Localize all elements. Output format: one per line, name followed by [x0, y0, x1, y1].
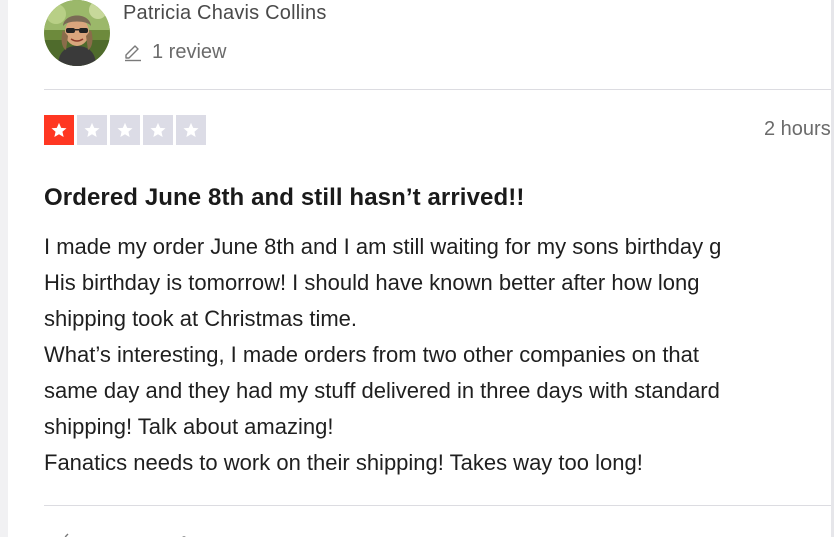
footer-divider	[44, 505, 834, 506]
star-icon	[183, 122, 199, 138]
review-line: I made my order June 8th and I am still …	[44, 234, 722, 259]
share-icon[interactable]	[176, 530, 192, 537]
review-card: Patricia Chavis Collins 1 review 2 hours…	[0, 0, 834, 537]
star-empty	[176, 115, 206, 145]
review-line: What’s interesting, I made orders from t…	[44, 342, 700, 367]
reviewer-avatar-photo	[44, 0, 110, 66]
review-line: shipping took at Christmas time.	[44, 306, 358, 331]
pencil-icon	[123, 42, 143, 62]
review-title[interactable]: Ordered June 8th and still hasn’t arrive…	[44, 184, 524, 212]
star-rating	[44, 115, 206, 145]
review-timestamp: 2 hours	[764, 118, 831, 140]
review-count-row: 1 review	[123, 39, 226, 65]
reviewer-avatar[interactable]	[44, 0, 110, 66]
review-body: I made my order June 8th and I am still …	[44, 229, 834, 481]
review-line: same day and they had my stuff delivered…	[44, 378, 720, 403]
thumbs-up-icon[interactable]	[60, 530, 76, 537]
star-icon	[150, 122, 166, 138]
star-icon	[51, 122, 67, 138]
star-empty	[110, 115, 140, 145]
star-filled	[44, 115, 74, 145]
header-divider	[44, 89, 834, 90]
star-empty	[143, 115, 173, 145]
review-line: Fanatics needs to work on their shipping…	[44, 450, 643, 475]
review-count: 1 review	[152, 40, 227, 63]
reviewer-name[interactable]: Patricia Chavis Collins	[123, 2, 327, 25]
star-icon	[84, 122, 100, 138]
review-actions	[60, 530, 192, 537]
review-line: shipping! Talk about amazing!	[44, 414, 334, 439]
review-line: His birthday is tomorrow! I should have …	[44, 270, 700, 295]
star-icon	[117, 122, 133, 138]
star-empty	[77, 115, 107, 145]
